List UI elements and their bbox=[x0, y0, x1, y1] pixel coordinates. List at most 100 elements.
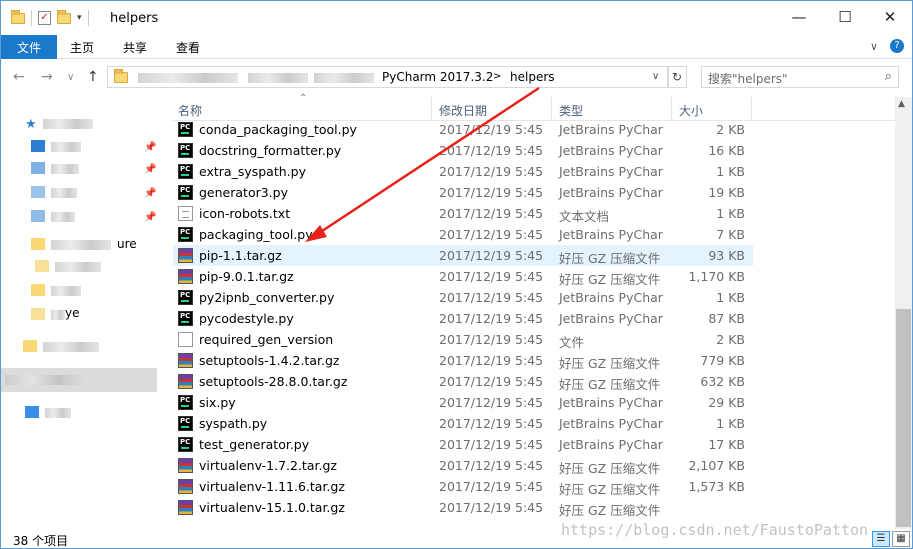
back-button[interactable]: ← bbox=[13, 69, 25, 85]
file-type: JetBrains PyChar bbox=[559, 122, 663, 137]
breadcrumb-separator[interactable]: > bbox=[493, 71, 501, 82]
folder-icon[interactable] bbox=[35, 260, 49, 272]
file-type: JetBrains PyChar bbox=[559, 143, 663, 158]
file-date: 2017/12/19 5:45 bbox=[439, 353, 544, 368]
tab-share[interactable]: 共享 bbox=[123, 39, 147, 56]
quick-access-star-icon[interactable]: ★ bbox=[25, 117, 39, 132]
column-size[interactable]: 大小 bbox=[679, 102, 703, 119]
pin-icon[interactable]: 📌 bbox=[144, 164, 156, 175]
file-row[interactable]: PC test_generator.py 2017/12/19 5:45 JetBra… bbox=[173, 434, 753, 455]
file-size: 779 KB bbox=[700, 353, 745, 368]
column-divider[interactable] bbox=[751, 97, 752, 121]
redacted-label bbox=[51, 212, 75, 222]
column-divider[interactable] bbox=[431, 97, 432, 121]
file-row[interactable]: virtualenv-15.1.0.tar.gz 2017/12/19 5:45 好… bbox=[173, 497, 753, 518]
scrollbar-thumb[interactable] bbox=[896, 309, 911, 527]
file-row[interactable]: virtualenv-1.11.6.tar.gz 2017/12/19 5:45 好… bbox=[173, 476, 753, 497]
search-input[interactable]: 搜索"helpers" ⌕ bbox=[701, 66, 899, 88]
details-view-icon[interactable]: ☰ bbox=[872, 531, 890, 547]
close-button[interactable]: ✕ bbox=[867, 1, 912, 33]
view-switcher: ☰ ▦ bbox=[872, 531, 910, 547]
file-size: 1 KB bbox=[716, 416, 745, 431]
file-row[interactable]: PC six.py 2017/12/19 5:45 JetBrains PyChar 2… bbox=[173, 392, 753, 413]
pin-icon[interactable]: 📌 bbox=[144, 188, 156, 199]
quick-access-toolbar: ✓ ▾ bbox=[11, 9, 89, 26]
minimize-button[interactable]: — bbox=[776, 1, 822, 33]
file-size: 29 KB bbox=[708, 395, 745, 410]
search-icon: ⌕ bbox=[884, 69, 892, 84]
forward-button[interactable]: → bbox=[41, 69, 53, 85]
refresh-button[interactable]: ↻ bbox=[667, 66, 687, 88]
documents-icon[interactable] bbox=[31, 186, 45, 198]
archive-icon bbox=[178, 374, 193, 389]
file-date: 2017/12/19 5:45 bbox=[439, 500, 544, 515]
sidebar-item-selected[interactable] bbox=[1, 368, 157, 392]
help-icon[interactable]: ? bbox=[890, 39, 904, 53]
file-row[interactable]: virtualenv-1.7.2.tar.gz 2017/12/19 5:45 好压… bbox=[173, 455, 753, 476]
file-date: 2017/12/19 5:45 bbox=[439, 437, 544, 452]
file-row[interactable]: PC packaging_tool.py 2017/12/19 5:45 JetBra… bbox=[173, 224, 753, 245]
pycharm-file-icon: PC bbox=[178, 395, 193, 410]
folder-icon[interactable] bbox=[31, 238, 45, 250]
tab-file[interactable]: 文件 bbox=[1, 35, 57, 59]
breadcrumb-helpers[interactable]: helpers bbox=[510, 70, 555, 84]
large-icons-view-icon[interactable]: ▦ bbox=[892, 531, 910, 547]
file-row[interactable]: PC syspath.py 2017/12/19 5:45 JetBrains PyC… bbox=[173, 413, 753, 434]
onedrive-icon[interactable] bbox=[23, 340, 37, 352]
vertical-scrollbar[interactable]: ▲ bbox=[895, 97, 912, 529]
file-row[interactable]: PC docstring_formatter.py 2017/12/19 5:45 J… bbox=[173, 140, 753, 161]
file-name: six.py bbox=[199, 395, 236, 410]
pictures-icon[interactable] bbox=[31, 210, 45, 222]
file-row[interactable]: PC generator3.py 2017/12/19 5:45 JetBrains … bbox=[173, 182, 753, 203]
file-row[interactable]: icon-robots.txt 2017/12/19 5:45 文本文档 1 KB bbox=[173, 203, 753, 224]
navigation-bar: ← → ∨ ↑ PyCharm 2017.3.2 > helpers ∨ ↻ 搜… bbox=[1, 63, 912, 91]
expand-ribbon-icon[interactable]: ∨ bbox=[870, 40, 878, 53]
pycharm-file-icon: PC bbox=[178, 185, 193, 200]
file-row[interactable]: PC conda_packaging_tool.py 2017/12/19 5:45… bbox=[173, 119, 753, 140]
redacted-path bbox=[248, 73, 308, 83]
file-row[interactable]: pip-1.1.tar.gz 2017/12/19 5:45 好压 GZ 压缩文件 9… bbox=[173, 245, 753, 266]
file-name: packaging_tool.py bbox=[199, 227, 313, 242]
file-row[interactable]: required_gen_version 2017/12/19 5:45 文件 2 K… bbox=[173, 329, 753, 350]
new-folder-icon[interactable] bbox=[57, 9, 71, 24]
pin-icon[interactable]: 📌 bbox=[144, 212, 156, 223]
pin-icon[interactable]: 📌 bbox=[144, 142, 156, 153]
redacted-label bbox=[51, 164, 79, 174]
address-dropdown[interactable]: ∨ bbox=[652, 71, 659, 82]
tab-home[interactable]: 主页 bbox=[70, 39, 94, 56]
customize-toolbar-icon[interactable]: ▾ bbox=[77, 13, 82, 23]
folder-icon[interactable] bbox=[31, 308, 45, 320]
file-name: virtualenv-1.7.2.tar.gz bbox=[199, 458, 337, 473]
file-date: 2017/12/19 5:45 bbox=[439, 479, 544, 494]
column-name[interactable]: 名称 bbox=[178, 102, 202, 119]
recent-locations-dropdown[interactable]: ∨ bbox=[67, 72, 74, 83]
file-name: icon-robots.txt bbox=[199, 206, 291, 221]
maximize-button[interactable]: ☐ bbox=[822, 1, 868, 33]
sidebar-partial-label: ye bbox=[65, 306, 80, 320]
scroll-up-icon[interactable]: ▲ bbox=[898, 99, 905, 109]
column-divider[interactable] bbox=[551, 97, 552, 121]
file-row[interactable]: PC extra_syspath.py 2017/12/19 5:45 JetBrai… bbox=[173, 161, 753, 182]
folder-icon[interactable] bbox=[31, 284, 45, 296]
column-type[interactable]: 类型 bbox=[559, 102, 583, 119]
item-count: 38 个项目 bbox=[13, 534, 69, 548]
tab-view[interactable]: 查看 bbox=[176, 39, 200, 56]
network-icon[interactable] bbox=[25, 406, 39, 418]
file-type: 好压 GZ 压缩文件 bbox=[559, 272, 661, 287]
file-row[interactable]: setuptools-28.8.0.tar.gz 2017/12/19 5:45 好… bbox=[173, 371, 753, 392]
desktop-icon[interactable] bbox=[31, 140, 45, 152]
folder-icon bbox=[114, 69, 128, 83]
file-row[interactable]: pip-9.0.1.tar.gz 2017/12/19 5:45 好压 GZ 压缩文… bbox=[173, 266, 753, 287]
column-divider[interactable] bbox=[671, 97, 672, 121]
file-row[interactable]: PC pycodestyle.py 2017/12/19 5:45 JetBrains… bbox=[173, 308, 753, 329]
file-row[interactable]: PC py2ipnb_converter.py 2017/12/19 5:45 Jet… bbox=[173, 287, 753, 308]
up-button[interactable]: ↑ bbox=[87, 69, 99, 85]
file-type: 文件 bbox=[559, 335, 585, 350]
address-bar[interactable]: PyCharm 2017.3.2 > helpers ∨ bbox=[107, 66, 669, 88]
file-type: JetBrains PyChar bbox=[559, 416, 663, 431]
column-date[interactable]: 修改日期 bbox=[439, 102, 487, 119]
properties-icon[interactable]: ✓ bbox=[38, 11, 51, 25]
file-row[interactable]: setuptools-1.4.2.tar.gz 2017/12/19 5:45 好压… bbox=[173, 350, 753, 371]
download-icon[interactable] bbox=[31, 162, 45, 174]
breadcrumb-pycharm[interactable]: PyCharm 2017.3.2 bbox=[382, 70, 493, 84]
